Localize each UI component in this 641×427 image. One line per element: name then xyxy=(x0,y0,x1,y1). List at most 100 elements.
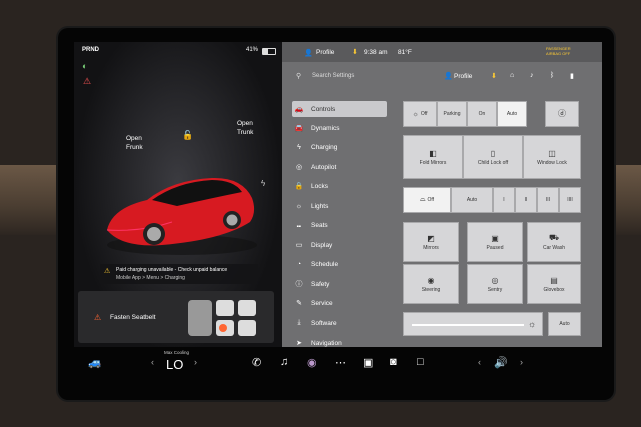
brightness-track xyxy=(412,324,524,326)
wiper-1-button[interactable]: I xyxy=(493,187,515,213)
menu-label: Schedule xyxy=(311,260,339,268)
menu-service[interactable]: ✎ Service xyxy=(292,295,387,311)
notes-icon[interactable]: ▣ xyxy=(363,356,373,369)
home-icon[interactable]: ⌂ xyxy=(510,72,514,79)
download-icon-2[interactable]: ⬇ xyxy=(491,72,497,80)
lights-auto-button[interactable]: Auto xyxy=(497,101,527,127)
trunk-label-2: Trunk xyxy=(237,129,254,136)
calendar-icon[interactable]: □ xyxy=(417,356,424,368)
passenger-airbag-status: PASSENGER AIRBAG OFF xyxy=(546,46,571,56)
temp-up-chevron[interactable]: › xyxy=(194,357,197,367)
warning-icon: ⚠ xyxy=(104,268,111,275)
steering-button[interactable]: ◉ Steering xyxy=(403,264,459,304)
alert-text: Paid charging unavailable - Check unpaid… xyxy=(116,267,228,273)
glovebox-label: Glovebox xyxy=(543,286,565,293)
menu-dynamics[interactable]: 🚘 Dynamics xyxy=(292,120,387,136)
lights-parking-button[interactable]: Parking xyxy=(437,101,467,127)
fold-mirrors-label: Fold Mirrors xyxy=(419,159,447,166)
wiper-4-button[interactable]: IIII xyxy=(559,187,581,213)
glovebox-icon: ▤ xyxy=(550,275,558,285)
menu-label: Software xyxy=(311,319,337,327)
status-profile[interactable]: Profile xyxy=(316,49,334,56)
alert-subtext: Mobile App > Menu > Charging xyxy=(116,275,185,281)
clock: 9:38 am xyxy=(364,49,388,56)
wiper-3-button[interactable]: III xyxy=(537,187,559,213)
bottom-dock: 🚙 ‹ Max Cooling LO › ✆ ♫ ◉ ⋯ ▣ ◙ □ ‹ 🔊 › xyxy=(74,347,602,379)
volume-down-chevron[interactable]: ‹ xyxy=(478,357,481,367)
mirrors-button[interactable]: ◩ Mirrors xyxy=(403,222,459,262)
brightness-auto-label: Auto xyxy=(559,321,570,327)
menu-label: Charging xyxy=(311,143,338,151)
menu-locks[interactable]: 🔒 Locks xyxy=(292,178,387,194)
sun-icon-2: ☼ xyxy=(412,110,419,118)
menu-display[interactable]: ▭ Display xyxy=(292,237,387,253)
unlock-icon[interactable]: 🔓 xyxy=(182,130,193,141)
settings-profile[interactable]: Profile xyxy=(454,73,472,80)
menu-label: Safety xyxy=(311,280,330,288)
bluetooth-icon[interactable]: ᛒ xyxy=(550,72,554,79)
navigation-icon: ➤ xyxy=(296,340,302,347)
lights-auto-label: Auto xyxy=(506,111,518,117)
open-trunk-button[interactable]: Open Trunk xyxy=(237,119,253,137)
seatbelt-warning-icon: ⚠ xyxy=(83,76,92,86)
child-lock-label: Child Lock off xyxy=(477,159,509,166)
window-icon: ◫ xyxy=(548,148,556,158)
menu-lights[interactable]: ☼ Lights xyxy=(292,198,387,214)
child-lock-icon: ▯ xyxy=(490,148,496,158)
menu-label: Service xyxy=(311,299,333,307)
brightness-slider[interactable]: ☼ xyxy=(403,312,543,336)
seatbelt-card[interactable]: ⚠ Fasten Seatbelt xyxy=(78,291,274,343)
lights-on-button[interactable]: On xyxy=(467,101,497,127)
child-lock-button[interactable]: ▯ Child Lock off xyxy=(463,135,523,179)
car-wash-button[interactable]: ⛟ Car Wash xyxy=(527,222,581,262)
menu-charging[interactable]: ϟ Charging xyxy=(292,139,387,155)
wiper-1-label: I xyxy=(503,197,505,203)
search-input[interactable]: Search Settings xyxy=(312,73,354,79)
wiper-auto-button[interactable]: Auto xyxy=(451,187,493,213)
dashcam-button[interactable]: ▣ Paused xyxy=(467,222,523,262)
menu-seats[interactable]: ⑉ Seats xyxy=(292,217,387,233)
menu-software[interactable]: ⤓ Software xyxy=(292,315,387,331)
battery-percent: 41% xyxy=(246,47,259,53)
camera-icon[interactable]: ◙ xyxy=(390,356,397,368)
steering-icon: ◉ xyxy=(427,275,435,285)
brightness-auto-button[interactable]: Auto xyxy=(548,312,581,336)
frunk-label-2: Frunk xyxy=(126,144,143,151)
wiper-off-button[interactable]: ⌓ Off xyxy=(403,187,451,213)
menu-safety[interactable]: ⓘ Safety xyxy=(292,276,387,292)
wiper-2-label: II xyxy=(524,197,528,203)
sun-icon: ☼ xyxy=(295,202,303,210)
volume-up-chevron[interactable]: › xyxy=(520,357,523,367)
window-lock-button[interactable]: ◫ Window Lock xyxy=(523,135,581,179)
car-wash-icon: ⛟ xyxy=(548,233,560,242)
lights-off-button[interactable]: ☼ Off xyxy=(403,101,437,127)
sentry-button[interactable]: ◎ Sentry xyxy=(467,264,523,304)
temp-down-chevron[interactable]: ‹ xyxy=(151,357,154,367)
volume-icon[interactable]: 🔊 xyxy=(494,356,508,369)
menu-autopilot[interactable]: ◎ Autopilot xyxy=(292,159,387,175)
car-dock-icon[interactable]: 🚙 xyxy=(88,356,102,369)
touchscreen: PRND 41% ◐ ⚠ Open Frunk Open Trunk 🔓 ϟ ⚠… xyxy=(74,42,602,354)
phone-icon[interactable]: ✆ xyxy=(252,356,261,369)
headlight-button[interactable]: ⓓ xyxy=(545,101,579,127)
fold-mirrors-button[interactable]: ◧ Fold Mirrors xyxy=(403,135,463,179)
menu-controls[interactable]: 🚗 Controls xyxy=(292,101,387,117)
climate-temp-value[interactable]: LO xyxy=(166,357,183,372)
glovebox-button[interactable]: ▤ Glovebox xyxy=(527,264,581,304)
bell-icon[interactable]: ♪ xyxy=(530,72,534,79)
music-icon[interactable]: ♫ xyxy=(280,356,288,368)
headlight-icon-2: ⓓ xyxy=(558,108,566,118)
charging-alert[interactable]: ⚠ Paid charging unavailable - Check unpa… xyxy=(100,264,258,284)
more-icon[interactable]: ⋯ xyxy=(335,356,346,369)
menu-schedule[interactable]: ◔ Schedule xyxy=(292,256,387,272)
app-launcher-icon[interactable]: ◉ xyxy=(307,356,317,369)
lock-icon: 🔒 xyxy=(294,183,304,190)
wiper-3-label: III xyxy=(545,197,551,203)
steering-label: Steering xyxy=(421,286,441,293)
menu-label: Display xyxy=(311,241,333,249)
search-icon: ⚲ xyxy=(296,73,302,80)
profile-icon-2: 👤 xyxy=(444,73,453,80)
wiper-2-button[interactable]: II xyxy=(515,187,537,213)
sentry-icon: ◎ xyxy=(491,275,499,285)
open-frunk-button[interactable]: Open Frunk xyxy=(126,134,143,152)
